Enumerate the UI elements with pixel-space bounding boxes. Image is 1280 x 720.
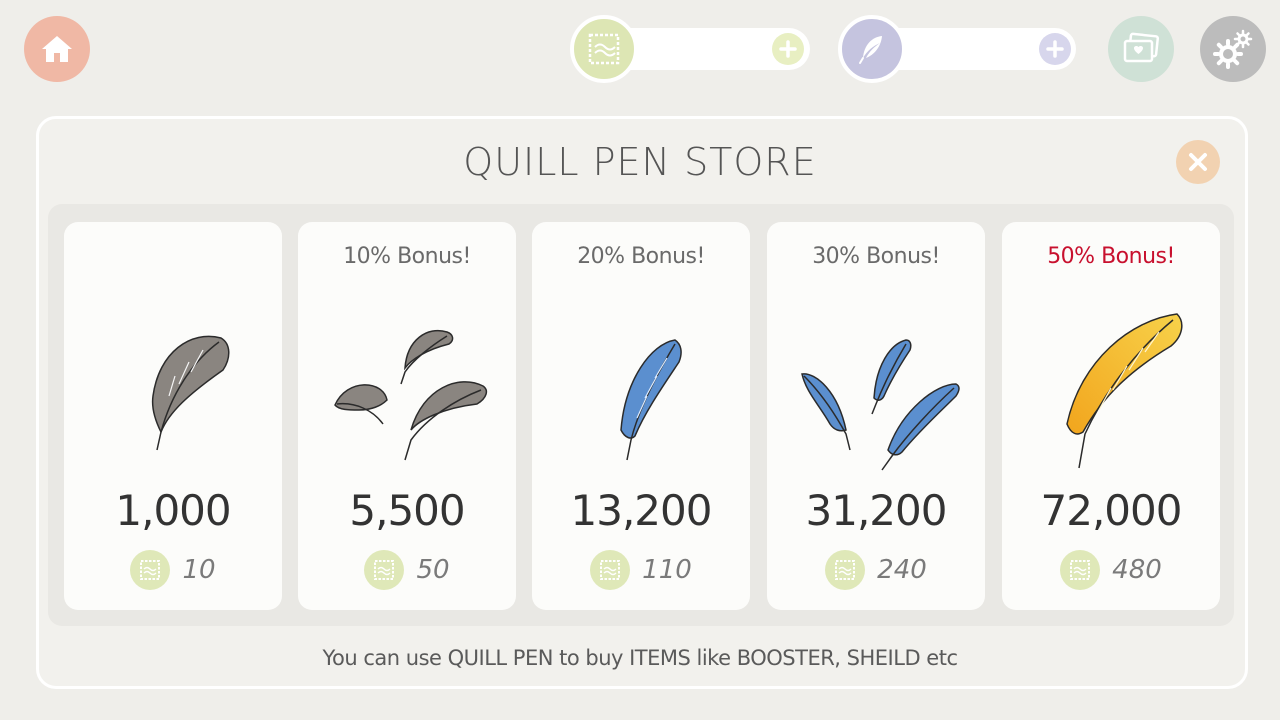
blue-feather-icon [620,339,682,461]
bonus-label: 50% Bonus! [1047,244,1175,269]
pack-amount: 72,000 [1040,486,1183,535]
close-button[interactable] [1176,140,1220,184]
pack-price: 110 [642,555,692,585]
pack-amount: 31,200 [805,486,948,535]
pack-price: 480 [1112,555,1162,585]
price-row: 110 [532,550,750,590]
photo-album-icon [1123,32,1160,63]
store-footer-note: You can use QUILL PEN to buy ITEMS like … [322,646,958,670]
home-icon [42,36,72,62]
stamp-icon [130,550,171,590]
quill-currency-icon [838,15,906,83]
golden-feather-icon [1066,313,1183,469]
price-row: 240 [767,550,985,590]
store-title: QUILL PEN STORE [463,140,817,184]
gray-feathers-icon [334,329,488,461]
stamp-icon [825,550,866,590]
quill-pack-card[interactable]: 50% Bonus! 72,000 480 [1002,222,1220,610]
stamp-icon [588,33,620,65]
gray-feather-icon [151,335,230,451]
pack-price: 10 [182,555,216,585]
close-icon [1189,153,1207,171]
home-button[interactable] [24,16,90,82]
price-row: 50 [298,550,516,590]
quill-pack-card[interactable]: 1,000 10 [64,222,282,610]
settings-button[interactable] [1200,16,1266,82]
plus-icon [779,40,797,58]
bonus-label: 10% Bonus! [343,244,471,269]
bonus-label: 30% Bonus! [812,244,940,269]
add-stamps-button[interactable] [772,33,804,65]
blue-feathers-icon [801,339,960,471]
pack-price: 50 [416,555,450,585]
quill-pack-card[interactable]: 30% Bonus! 31,200 240 [767,222,985,610]
pack-amount: 13,200 [570,486,713,535]
plus-icon [1046,40,1064,58]
stamp-icon [1060,550,1101,590]
price-row: 10 [64,550,282,590]
add-quills-button[interactable] [1039,33,1071,65]
price-row: 480 [1002,550,1220,590]
quill-pack-card[interactable]: 20% Bonus! 13,200 110 [532,222,750,610]
quill-icon [859,36,882,64]
gear-icon [1213,29,1253,69]
pack-price: 240 [877,555,927,585]
stamp-icon [364,550,405,590]
pack-amount: 1,000 [115,486,231,535]
stamp-icon [590,550,631,590]
quill-pack-card[interactable]: 10% Bonus! 5,500 50 [298,222,516,610]
bonus-label: 20% Bonus! [577,244,705,269]
pack-amount: 5,500 [349,486,465,535]
stamp-currency-icon [570,15,638,83]
album-button[interactable] [1108,16,1174,82]
